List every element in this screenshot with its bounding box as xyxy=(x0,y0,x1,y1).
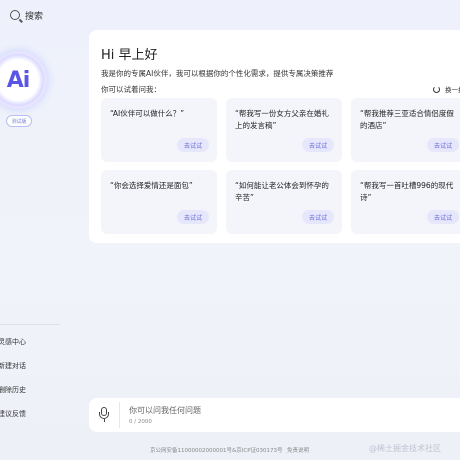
prompt-text: “AI伙伴可以做什么？” xyxy=(110,109,185,118)
sidebar-item-inspiration[interactable]: 灵感中心 xyxy=(0,336,26,360)
try-button[interactable]: 去试试 xyxy=(302,138,334,152)
sidebar: Ai 测试版 灵感中心 新建对话 删除历史 建议反馈 xyxy=(0,30,62,440)
try-button[interactable]: 去试试 xyxy=(427,138,459,152)
logo-text: Ai xyxy=(6,67,31,93)
refresh-icon xyxy=(433,85,440,93)
beta-badge: 测试版 xyxy=(6,115,32,127)
swap-button[interactable]: 换一换 xyxy=(433,84,460,94)
prompt-text: “你会选择爱情还是面包” xyxy=(110,181,193,190)
prompt-text: “如何能让老公体会到怀孕的辛苦” xyxy=(235,181,329,202)
welcome-card: Hi 早上好 我是你的专属AI伙伴，我可以根据你的个性化需求，提供专属决策推荐 … xyxy=(89,30,460,243)
sidebar-menu: 灵感中心 新建对话 删除历史 建议反馈 xyxy=(0,336,26,432)
sidebar-item-feedback[interactable]: 建议反馈 xyxy=(0,408,26,432)
prompt-text: “帮我写一份女方父亲在婚礼上的发言稿” xyxy=(235,109,329,130)
char-counter: 0 / 2000 xyxy=(129,419,152,425)
try-button[interactable]: 去试试 xyxy=(302,210,334,224)
try-button[interactable]: 去试试 xyxy=(427,210,459,224)
prompt-text: “帮我写一首吐槽996的现代诗” xyxy=(360,181,454,202)
prompt-card[interactable]: “帮我写一份女方父亲在婚礼上的发言稿” 去试试 xyxy=(226,98,342,162)
icp-record[interactable]: 京公网安备11000002000001号&京ICP证030173号 xyxy=(150,446,283,454)
prompt-card[interactable]: “如何能让老公体会到怀孕的辛苦” 去试试 xyxy=(226,170,342,234)
sidebar-item-new-chat[interactable]: 新建对话 xyxy=(0,360,26,384)
ai-logo: Ai xyxy=(0,54,44,106)
intro-text: 我是你的专属AI伙伴，我可以根据你的个性化需求，提供专属决策推荐 xyxy=(101,69,334,78)
microphone-icon[interactable] xyxy=(97,406,111,424)
swap-label: 换一换 xyxy=(445,86,460,94)
watermark: @稀土掘金技术社区 xyxy=(369,444,441,453)
greeting-title: Hi 早上好 xyxy=(101,48,158,63)
prompt-card[interactable]: “帮我写一首吐槽996的现代诗” 去试试 xyxy=(351,170,460,234)
sidebar-item-delete-history[interactable]: 删除历史 xyxy=(0,384,26,408)
top-bar: 搜索 xyxy=(0,0,460,30)
chat-input[interactable]: 你可以问我任何问题 xyxy=(129,405,201,416)
prompt-text: “帮我推荐三亚适合情侣度假的酒店” xyxy=(360,109,454,130)
suggestions-label: 你可以试着问我： xyxy=(101,85,161,94)
sidebar-divider xyxy=(0,324,60,325)
prompt-card[interactable]: “AI伙伴可以做什么？” 去试试 xyxy=(101,98,217,162)
input-divider xyxy=(119,402,120,428)
search-link[interactable]: 搜索 xyxy=(25,9,43,22)
prompt-card[interactable]: “帮我推荐三亚适合情侣度假的酒店” 去试试 xyxy=(351,98,460,162)
chat-input-bar: 你可以问我任何问题 0 / 2000 xyxy=(89,398,460,432)
try-button[interactable]: 去试试 xyxy=(177,210,209,224)
prompt-card[interactable]: “你会选择爱情还是面包” 去试试 xyxy=(101,170,217,234)
try-button[interactable]: 去试试 xyxy=(177,138,209,152)
search-icon[interactable] xyxy=(10,10,20,20)
disclaimer-link[interactable]: 免责说明 xyxy=(287,446,309,454)
